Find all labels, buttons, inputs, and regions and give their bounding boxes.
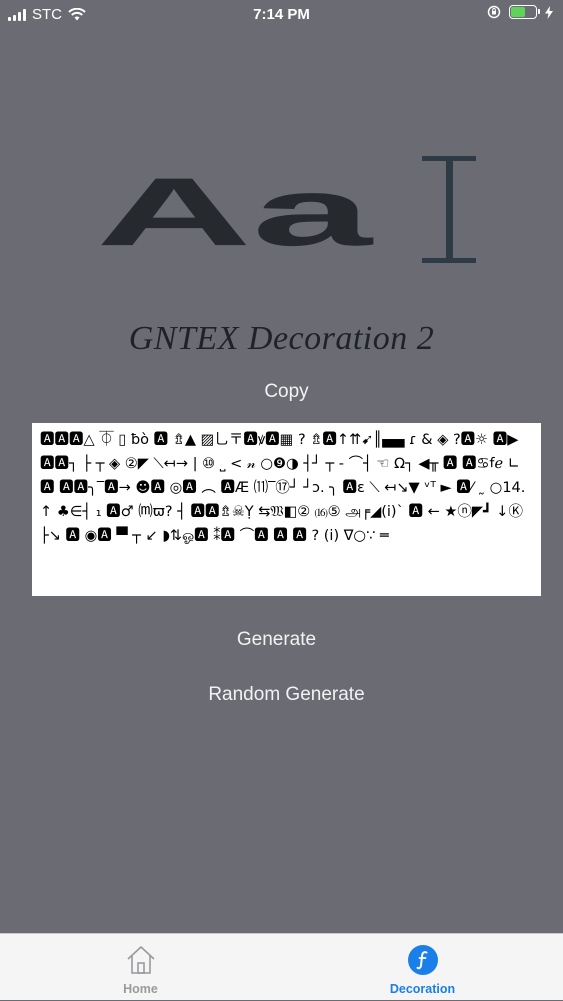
rotation-lock-icon	[487, 5, 501, 19]
logo-text: Aa	[96, 157, 374, 266]
app-logo: Aa	[96, 156, 476, 266]
generate-button[interactable]: Generate	[0, 628, 558, 652]
text-cursor-icon	[422, 156, 476, 263]
decorated-text: 🅰🅰🅰△ ⏁ ▯ ƀò 🅰 ⇯▲ ▨乚〒🅰ꝟ🅰▦ ? ⇯🅰↑⇈➹║▄▄ ɾ & …	[40, 432, 530, 544]
tab-bar: Home Decoration	[0, 933, 563, 1000]
app-title: GNTEX Decoration 2	[128, 320, 435, 357]
status-bar: STC 7:14 PM	[0, 0, 563, 30]
tab-home-label: Home	[123, 982, 158, 996]
battery-fill	[511, 7, 525, 17]
battery-icon	[509, 5, 540, 19]
status-right	[487, 5, 553, 19]
copy-button[interactable]: Copy	[5, 380, 563, 404]
tab-home[interactable]: Home	[0, 934, 281, 1001]
status-time: 7:14 PM	[253, 6, 310, 23]
tab-decoration[interactable]: Decoration	[282, 934, 563, 1001]
tab-decoration-label: Decoration	[389, 982, 456, 996]
decoration-icon	[407, 945, 438, 975]
decorated-text-box: 🅰🅰🅰△ ⏁ ▯ ƀò 🅰 ⇯▲ ▨乚〒🅰ꝟ🅰▦ ? ⇯🅰↑⇈➹║▄▄ ɾ & …	[32, 423, 541, 596]
home-icon	[126, 946, 155, 974]
random-generate-button[interactable]: Random Generate	[5, 683, 563, 707]
charging-icon	[545, 5, 553, 19]
